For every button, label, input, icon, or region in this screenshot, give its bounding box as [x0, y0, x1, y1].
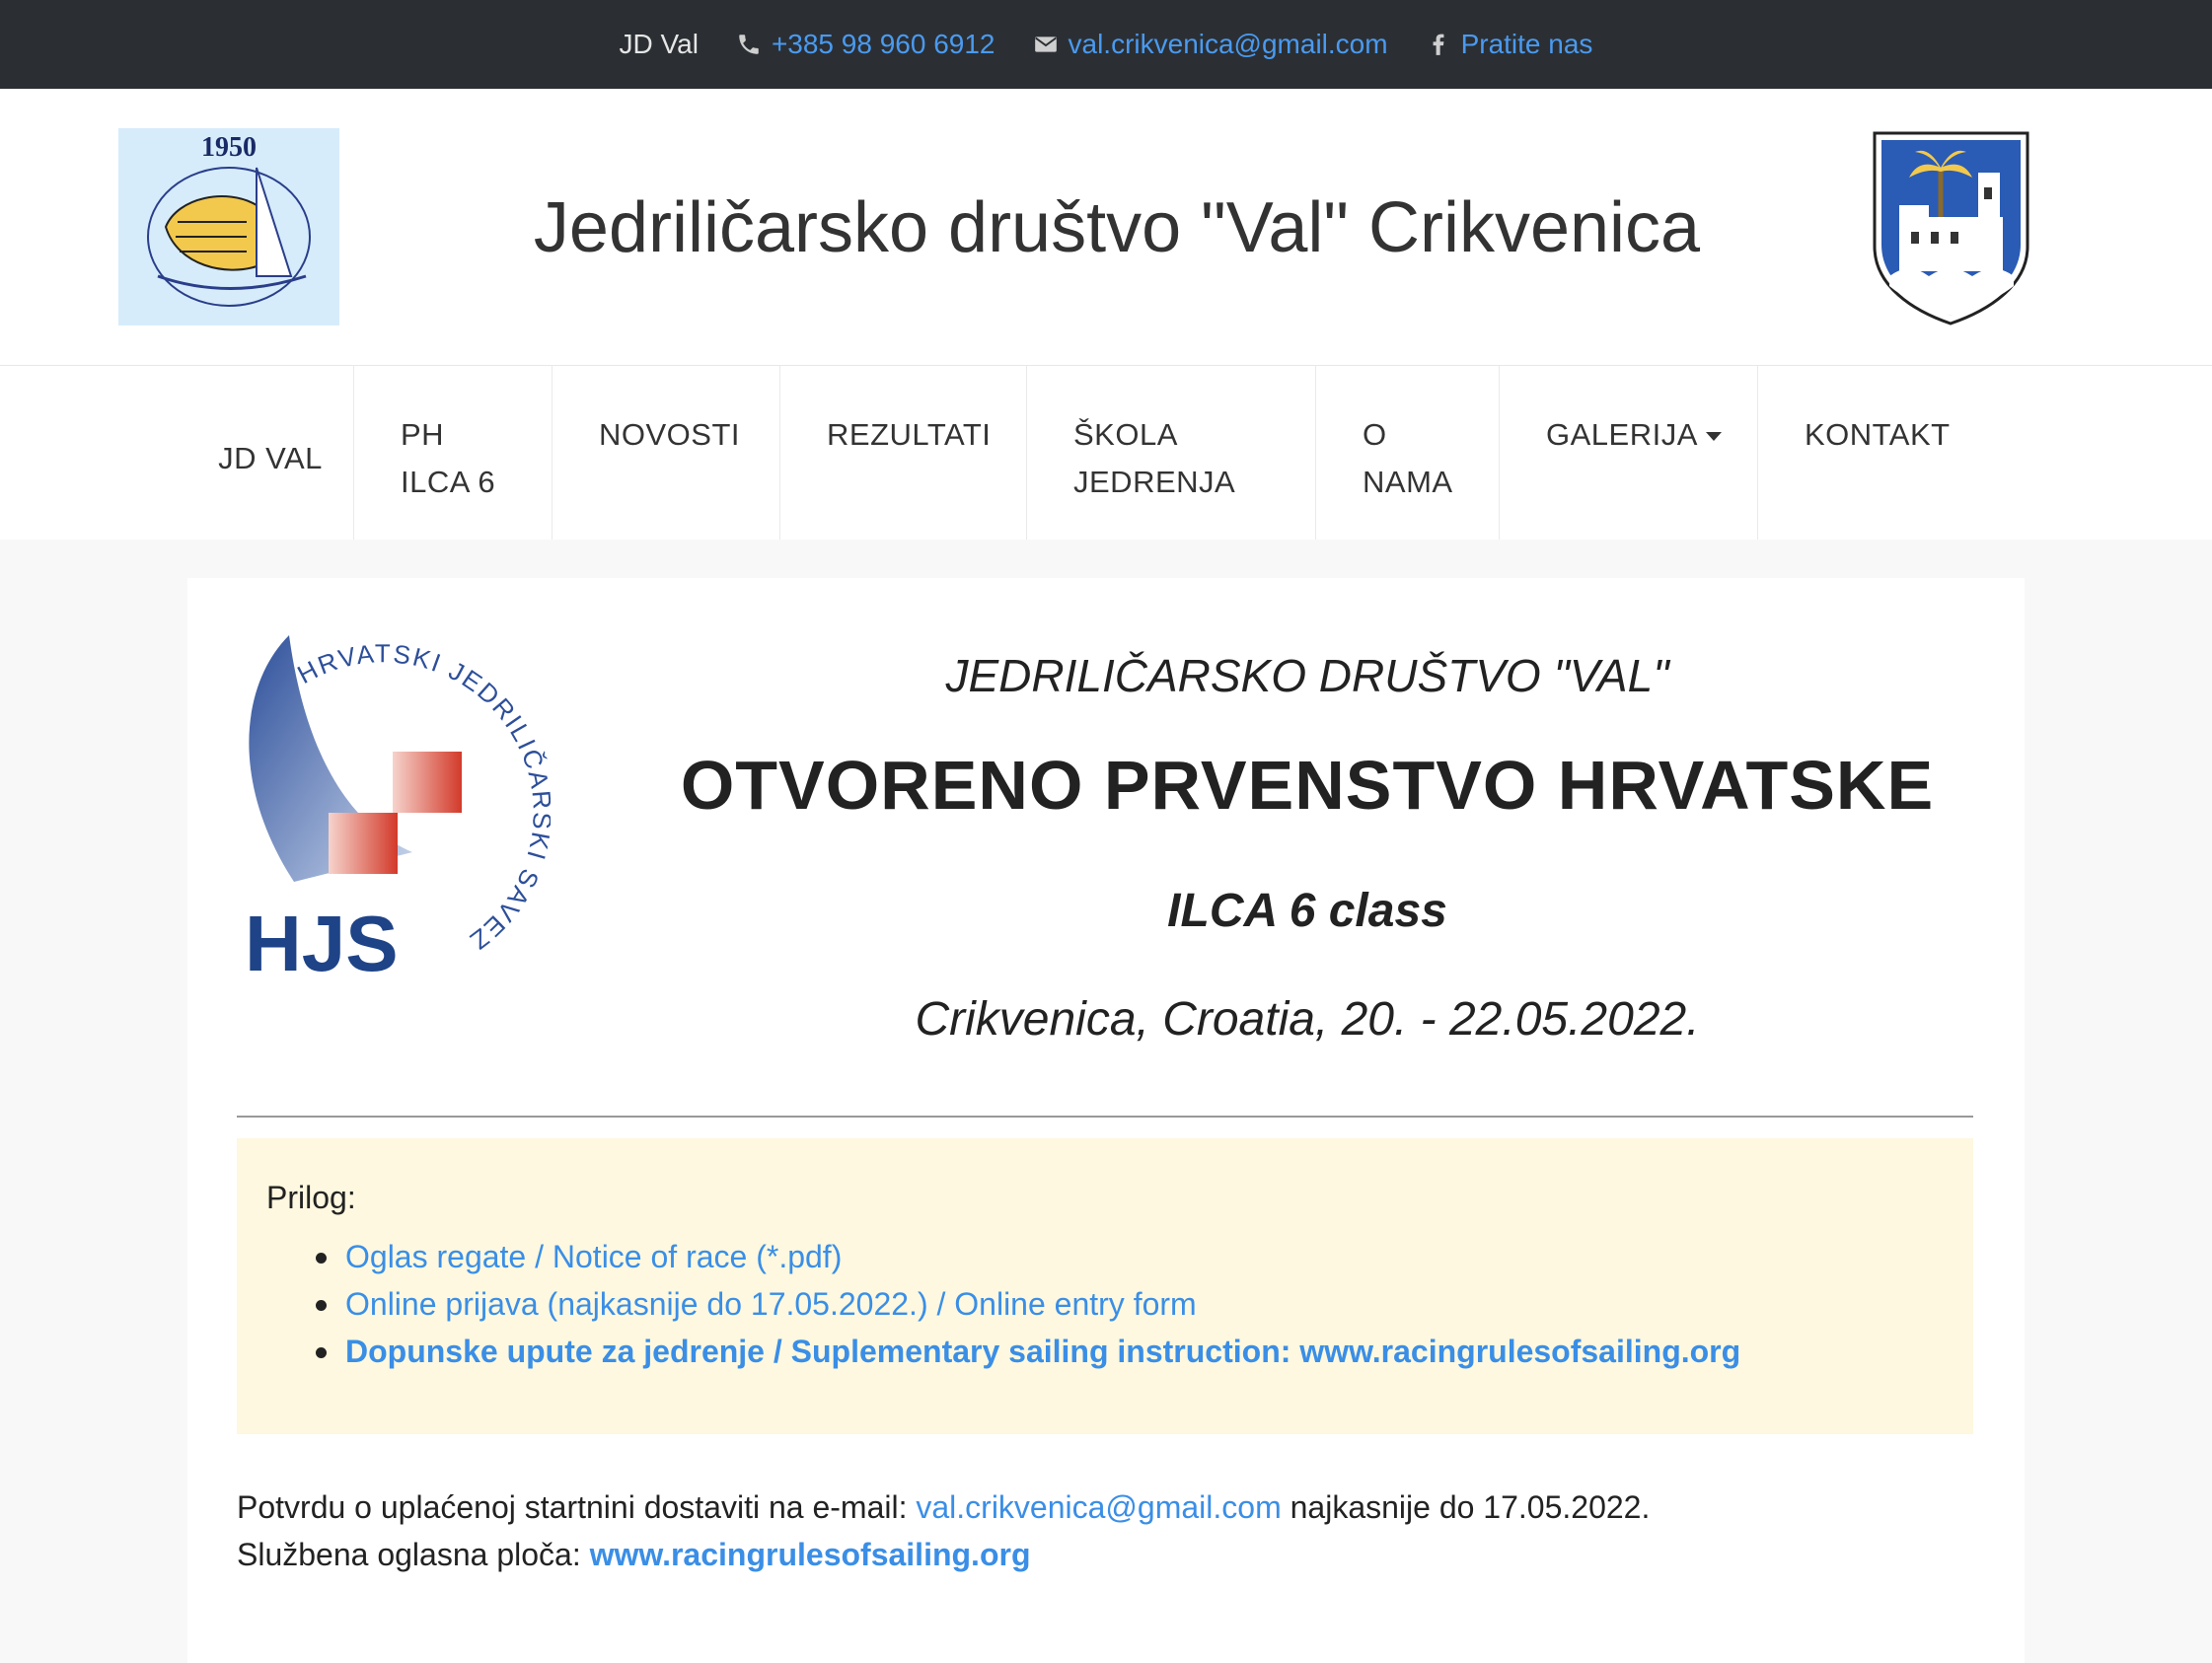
note-email-link[interactable]: val.crikvenica@gmail.com: [916, 1489, 1281, 1525]
site-header: 1950 Jedriličarsko društvo "Val" Crikven…: [0, 89, 2212, 366]
list-item: Dopunske upute za jedrenje / Suplementar…: [316, 1328, 1740, 1375]
nav-item-o-nama[interactable]: O NAMA: [1316, 366, 1500, 540]
nav-label-o-nama: O NAMA: [1363, 411, 1453, 506]
nav-label-line2: ILCA 6: [401, 465, 496, 499]
email-contact[interactable]: val.crikvenica@gmail.com: [1033, 29, 1388, 60]
attachments-list: Oglas regate / Notice of race (*.pdf) On…: [316, 1233, 1740, 1375]
nav-item-galerija[interactable]: GALERIJA: [1500, 366, 1758, 540]
nav-item-kontakt[interactable]: KONTAKT: [1758, 366, 1985, 540]
phone-icon: [739, 35, 759, 54]
nav-label-rezultati: REZULTATI: [827, 417, 992, 452]
hjs-abbr: HJS: [245, 900, 399, 987]
nav-label-galerija-text: GALERIJA: [1546, 417, 1698, 452]
phone-contact[interactable]: +385 98 960 6912: [736, 29, 995, 60]
nav-label-line1: PH: [401, 417, 445, 452]
hjs-logo: HRVATSKI JEDRILIČARSKI SAVEZ HJS: [235, 625, 555, 1000]
caret-down-icon: [1705, 432, 1722, 442]
hjs-logo-image: HRVATSKI JEDRILIČARSKI SAVEZ HJS: [245, 635, 555, 987]
nav-label-line2: NAMA: [1363, 465, 1453, 499]
online-entry-link[interactable]: Online prijava (najkasnije do 17.05.2022…: [345, 1286, 1197, 1322]
sailing-instructions-link[interactable]: Dopunske upute za jedrenje / Suplementar…: [345, 1334, 1740, 1369]
envelope-icon: [1034, 36, 1057, 52]
list-item: Online prijava (najkasnije do 17.05.2022…: [316, 1280, 1740, 1328]
nav-item-novosti[interactable]: NOVOSTI: [553, 366, 780, 540]
attachments-box: Prilog: Oglas regate / Notice of race (*…: [237, 1138, 1973, 1434]
event-title: OTVORENO PRVENSTVO HRVATSKE: [680, 747, 1935, 824]
nav-label-ph-ilca6: PH ILCA 6: [401, 411, 495, 506]
notice-of-race-link[interactable]: Oglas regate / Notice of race (*.pdf): [345, 1239, 842, 1274]
nav-label-kontakt: KONTAKT: [1805, 417, 1951, 452]
club-short-name: JD Val: [620, 29, 699, 60]
notice-board-link[interactable]: www.racingrulesofsailing.org: [590, 1537, 1031, 1572]
nav-label-novosti: NOVOSTI: [599, 417, 741, 452]
nav-label-line2: JEDRENJA: [1073, 465, 1236, 499]
nav-label-skola-jedrenja: ŠKOLA JEDRENJA: [1073, 411, 1235, 506]
top-contact-bar: JD Val +385 98 960 6912 val.crikvenica@g…: [0, 0, 2212, 89]
social-contact[interactable]: Pratite nas: [1426, 29, 1593, 60]
club-short-label: JD Val: [619, 29, 699, 59]
section-divider: [237, 1116, 1973, 1118]
logo-year: 1950: [201, 132, 257, 163]
payment-note-line2: Službena oglasna ploča: www.racingruleso…: [237, 1531, 1650, 1578]
social-link[interactable]: Pratite nas: [1461, 29, 1593, 60]
list-item: Oglas regate / Notice of race (*.pdf): [316, 1233, 1740, 1280]
nav-label-line1: ŠKOLA: [1073, 417, 1178, 452]
nav-item-ph-ilca6[interactable]: PH ILCA 6: [354, 366, 553, 540]
nav-label-line1: O: [1363, 417, 1387, 452]
payment-note: Potvrdu o uplaćenoj startnini dostaviti …: [237, 1483, 1650, 1578]
event-class: ILCA 6 class: [1167, 885, 1447, 937]
note-suffix: najkasnije do 17.05.2022.: [1281, 1489, 1651, 1525]
note-prefix: Potvrdu o uplaćenoj startnini dostaviti …: [237, 1489, 917, 1525]
facebook-icon: [1433, 34, 1443, 55]
attachments-label: Prilog:: [266, 1180, 356, 1215]
event-place-date: Crikvenica, Croatia, 20. - 22.05.2022.: [915, 993, 1700, 1046]
nav-item-jd-val[interactable]: JD VAL: [187, 366, 354, 540]
organizer-name: JEDRILIČARSKO DRUŠTVO "VAL": [945, 650, 1669, 701]
nav-item-rezultati[interactable]: REZULTATI: [780, 366, 1027, 540]
nav-item-skola-jedrenja[interactable]: ŠKOLA JEDRENJA: [1027, 366, 1316, 540]
nav-label-galerija: GALERIJA: [1546, 411, 1722, 459]
notice-board-label: Službena oglasna ploča:: [237, 1537, 590, 1572]
nav-label-jd-val: JD VAL: [218, 441, 323, 475]
main-navigation: JD VAL PH ILCA 6 NOVOSTI REZULTATI ŠKOLA…: [0, 366, 2212, 540]
coat-of-arms-image: [1873, 131, 2029, 325]
phone-link[interactable]: +385 98 960 6912: [772, 29, 995, 60]
coat-of-arms: [1870, 128, 2032, 325]
content-card: HRVATSKI JEDRILIČARSKI SAVEZ HJS JEDRILI…: [187, 578, 2025, 1663]
email-link[interactable]: val.crikvenica@gmail.com: [1069, 29, 1388, 60]
payment-note-line1: Potvrdu o uplaćenoj startnini dostaviti …: [237, 1483, 1650, 1531]
